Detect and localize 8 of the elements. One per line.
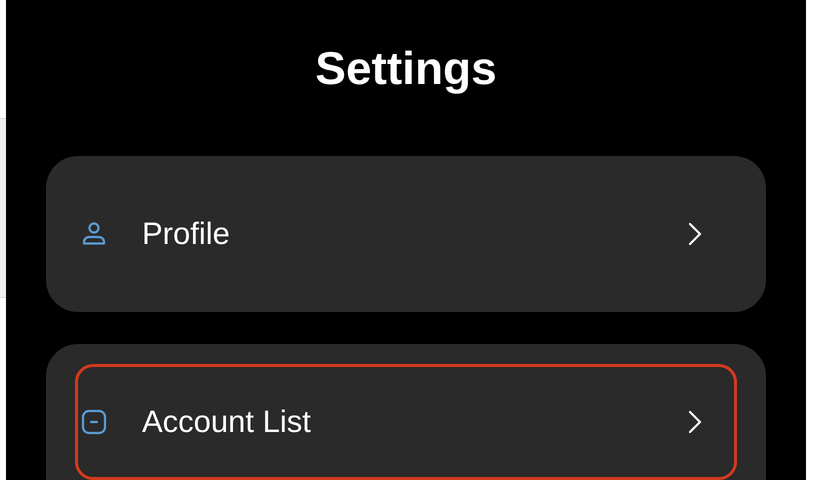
square-minus-icon — [80, 408, 108, 436]
chevron-right-icon — [688, 410, 702, 434]
chevron-right-icon — [688, 222, 702, 246]
settings-item[interactable]: Account List — [75, 364, 737, 480]
item-label: Profile — [142, 214, 231, 253]
screen-title: Settings — [315, 41, 497, 96]
item-label: Account List — [142, 402, 312, 441]
settings-item[interactable]: Profile — [75, 176, 737, 292]
